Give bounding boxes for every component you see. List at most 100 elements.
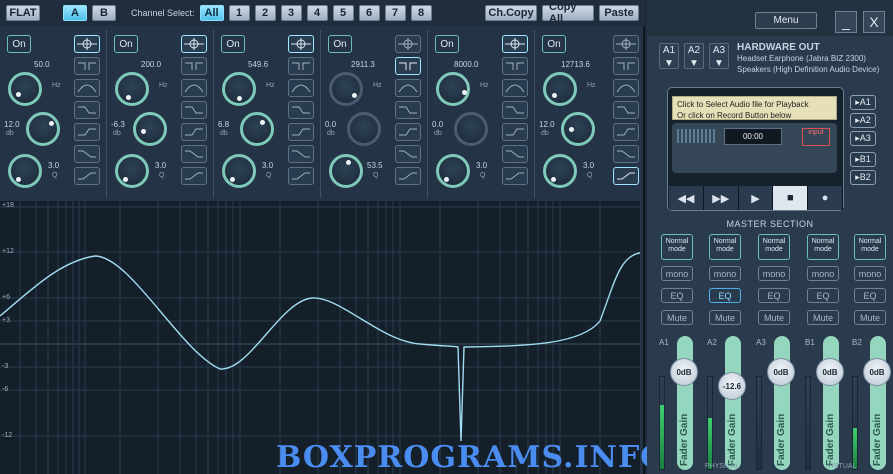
mute-button[interactable]: Mute [807,310,839,325]
filter-highpass-button[interactable] [288,167,314,185]
filter-notch-button[interactable] [502,57,528,75]
filter-highshelf-button[interactable] [74,101,100,119]
fast-forward-button[interactable]: ▶▶ [703,186,739,210]
band-on-button[interactable]: On [114,35,138,53]
eq-button[interactable]: EQ [807,288,839,303]
ch-copy-button[interactable]: Ch.Copy [485,5,537,21]
close-button[interactable]: X [863,11,885,33]
filter-lowshelf-button[interactable] [181,145,207,163]
eq-button[interactable]: EQ [854,288,886,303]
filter-lowpass-button[interactable] [613,123,639,141]
mono-button[interactable]: mono [709,266,741,281]
channel-8-button[interactable]: 8 [410,5,432,21]
bus-a2-button[interactable]: ▸A2 [850,113,876,128]
minimize-button[interactable]: _ [835,11,857,33]
filter-notch-button[interactable] [181,57,207,75]
fader-knob[interactable]: 0dB [767,358,795,386]
playback-file-selector[interactable]: Click to Select Audio file for Playback … [672,96,837,120]
band-on-button[interactable]: On [435,35,459,53]
paste-button[interactable]: Paste [599,5,639,21]
flat-button[interactable]: FLAT [6,5,40,21]
channel-7-button[interactable]: 7 [384,5,406,21]
filter-highshelf-button[interactable] [181,101,207,119]
gain-knob[interactable] [240,112,274,146]
channel-4-button[interactable]: 4 [306,5,328,21]
fader-knob[interactable]: -12.6 [718,372,746,400]
stop-button[interactable]: ■ [773,186,809,210]
filter-highshelf-button[interactable] [395,101,421,119]
channel-5-button[interactable]: 5 [332,5,354,21]
fader-knob[interactable]: 0dB [863,358,891,386]
filter-highpass-button[interactable] [181,167,207,185]
channel-2-button[interactable]: 2 [254,5,276,21]
mono-button[interactable]: mono [807,266,839,281]
mute-button[interactable]: Mute [854,310,886,325]
filter-lowshelf-button[interactable] [288,145,314,163]
eq-button[interactable]: EQ [661,288,693,303]
fader-knob[interactable]: 0dB [670,358,698,386]
normal-mode-button[interactable]: Normal mode [709,234,741,260]
bus-a1-button[interactable]: ▸A1 [850,95,876,110]
gain-knob[interactable] [561,112,595,146]
output-a2-button[interactable]: A2 ▼ [684,43,704,69]
q-knob[interactable] [436,154,470,188]
channel-6-button[interactable]: 6 [358,5,380,21]
filter-peak-button[interactable] [613,35,639,53]
filter-lowpass-button[interactable] [74,123,100,141]
filter-highshelf-button[interactable] [613,101,639,119]
filter-lowpass-button[interactable] [502,123,528,141]
menu-button[interactable]: Menu [755,12,817,29]
filter-bandpass-button[interactable] [181,79,207,97]
record-button[interactable]: ● [808,186,843,210]
mono-button[interactable]: mono [661,266,693,281]
filter-lowpass-button[interactable] [181,123,207,141]
mono-button[interactable]: mono [758,266,790,281]
filter-lowshelf-button[interactable] [74,145,100,163]
freq-knob[interactable] [329,72,363,106]
filter-highpass-button[interactable] [613,167,639,185]
filter-lowpass-button[interactable] [395,123,421,141]
fader-knob[interactable]: 0dB [816,358,844,386]
freq-knob[interactable] [543,72,577,106]
filter-notch-button[interactable] [288,57,314,75]
filter-highpass-button[interactable] [74,167,100,185]
normal-mode-button[interactable]: Normal mode [807,234,839,260]
filter-highshelf-button[interactable] [288,101,314,119]
filter-bandpass-button[interactable] [502,79,528,97]
freq-knob[interactable] [115,72,149,106]
eq-button[interactable]: EQ [709,288,741,303]
channel-1-button[interactable]: 1 [228,5,250,21]
filter-bandpass-button[interactable] [288,79,314,97]
mute-button[interactable]: Mute [758,310,790,325]
filter-bandpass-button[interactable] [74,79,100,97]
filter-peak-button[interactable] [502,35,528,53]
channel-all-button[interactable]: All [199,5,224,21]
filter-peak-button[interactable] [288,35,314,53]
q-knob[interactable] [222,154,256,188]
mute-button[interactable]: Mute [709,310,741,325]
output-a3-button[interactable]: A3 ▼ [709,43,729,69]
gain-knob[interactable] [347,112,381,146]
filter-bandpass-button[interactable] [395,79,421,97]
filter-notch-button[interactable] [74,57,100,75]
band-on-button[interactable]: On [542,35,566,53]
filter-highshelf-button[interactable] [502,101,528,119]
q-knob[interactable] [543,154,577,188]
normal-mode-button[interactable]: Normal mode [854,234,886,260]
play-button[interactable]: ▶ [738,186,774,210]
filter-lowshelf-button[interactable] [502,145,528,163]
normal-mode-button[interactable]: Normal mode [758,234,790,260]
input-badge[interactable]: input [802,128,830,146]
eq-response-graph[interactable]: +18 +12 +6 +3 -3 -6 -12 [0,201,640,474]
bus-a3-button[interactable]: ▸A3 [850,131,876,146]
filter-highpass-button[interactable] [502,167,528,185]
q-knob[interactable] [8,154,42,188]
band-on-button[interactable]: On [7,35,31,53]
filter-notch-button[interactable] [395,57,421,75]
band-on-button[interactable]: On [328,35,352,53]
freq-knob[interactable] [436,72,470,106]
filter-highpass-button[interactable] [395,167,421,185]
gain-knob[interactable] [133,112,167,146]
preset-a-button[interactable]: A [63,5,87,21]
gain-knob[interactable] [26,112,60,146]
